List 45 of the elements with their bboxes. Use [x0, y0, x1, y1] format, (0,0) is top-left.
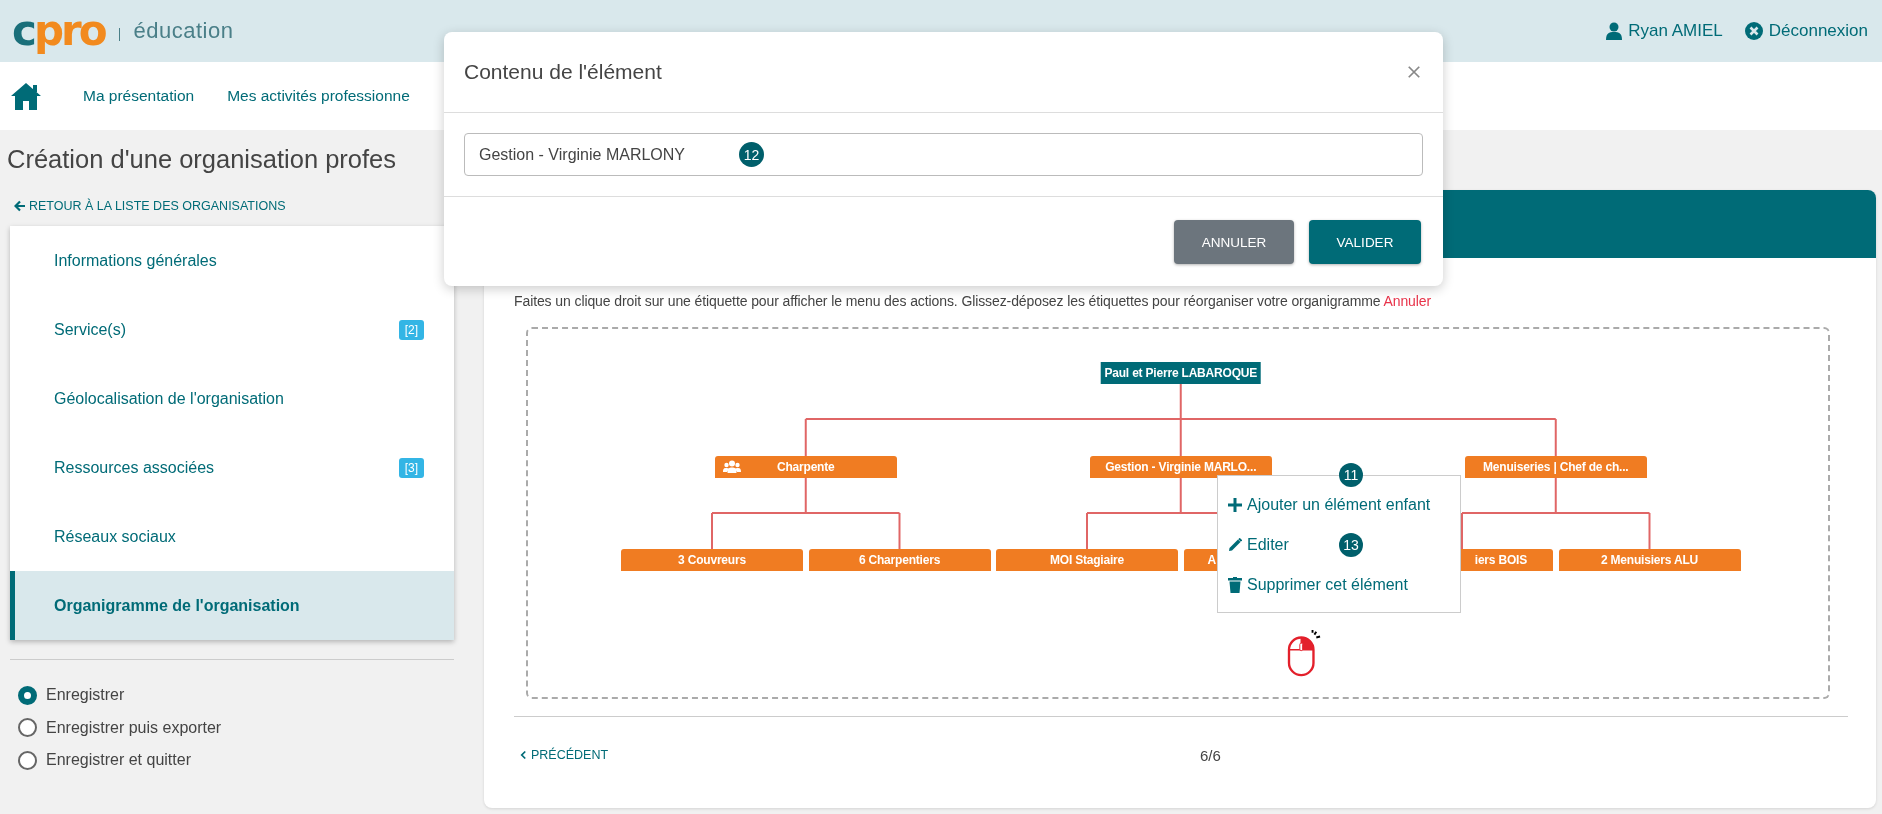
instruction-text: Faites un clique droit sur une étiquette pour afficher le menu des actions. Glissez-déposez les étiquettes pour réorganiser votre organigramme Annuler: [514, 293, 1433, 309]
sidebar-item[interactable]: Service(s) [2]: [10, 295, 454, 364]
logo: cpro: [12, 10, 105, 52]
count-badge: [3]: [398, 457, 424, 478]
radio-button[interactable]: [18, 718, 37, 738]
menu-item[interactable]: Ajouter un élément enfant: [1218, 488, 1431, 522]
cancel-button[interactable]: ANNULER: [1174, 220, 1294, 264]
step-marker: 11: [1339, 463, 1363, 487]
back-link[interactable]: RETOUR À LA LISTE DES ORGANISATIONS: [14, 198, 286, 214]
plus-icon: [1228, 498, 1242, 512]
arrow-left-icon: [14, 200, 26, 212]
home-link[interactable]: [10, 81, 42, 111]
nav-link[interactable]: Ma présentation: [83, 87, 195, 105]
nav-link[interactable]: Mes activités professionne: [227, 87, 410, 105]
sidebar-item[interactable]: Réseaux sociaux: [10, 502, 454, 571]
trash-icon: [1228, 577, 1242, 593]
menu-item[interactable]: Supprimer cet élément: [1218, 568, 1408, 602]
sidebar-item[interactable]: Organigramme de l'organisation: [10, 571, 454, 640]
radio-label: Enregistrer et quitter: [46, 751, 191, 770]
user-link[interactable]: Ryan AMIEL: [1606, 21, 1723, 41]
confirm-button[interactable]: VALIDER: [1309, 220, 1421, 264]
page-counter: 6/6: [1200, 746, 1221, 764]
home-icon: [10, 81, 42, 111]
group-icon: [722, 460, 741, 473]
pencil-icon: [1228, 538, 1242, 552]
sidebar-item[interactable]: Ressources associées [3]: [10, 433, 454, 502]
radio-label: Enregistrer puis exporter: [46, 718, 222, 737]
logout-link[interactable]: Déconnexion: [1744, 21, 1868, 41]
user-icon: [1606, 22, 1623, 40]
product-name: éducation: [133, 18, 234, 44]
radio-button[interactable]: [18, 685, 37, 705]
radio-label: Enregistrer: [46, 686, 125, 705]
close-button[interactable]: [1407, 65, 1421, 79]
radio-button[interactable]: [18, 750, 37, 770]
menu-item[interactable]: Editer: [1218, 528, 1289, 562]
chevron-left-icon: [520, 750, 527, 760]
org-chart-node[interactable]: Paul et Pierre LABAROQUE: [1100, 362, 1262, 384]
previous-link[interactable]: PRÉCÉDENT: [520, 748, 609, 762]
dialog-title: Contenu de l'élément: [464, 60, 663, 84]
close-circle-icon: [1744, 22, 1763, 40]
undo-link[interactable]: Annuler: [1383, 293, 1432, 309]
sidebar-item[interactable]: Géolocalisation de l'organisation: [10, 364, 454, 433]
count-badge: [2]: [398, 319, 424, 340]
page-title: Création d'une organisation profes: [7, 144, 398, 175]
close-icon: [1407, 65, 1421, 79]
